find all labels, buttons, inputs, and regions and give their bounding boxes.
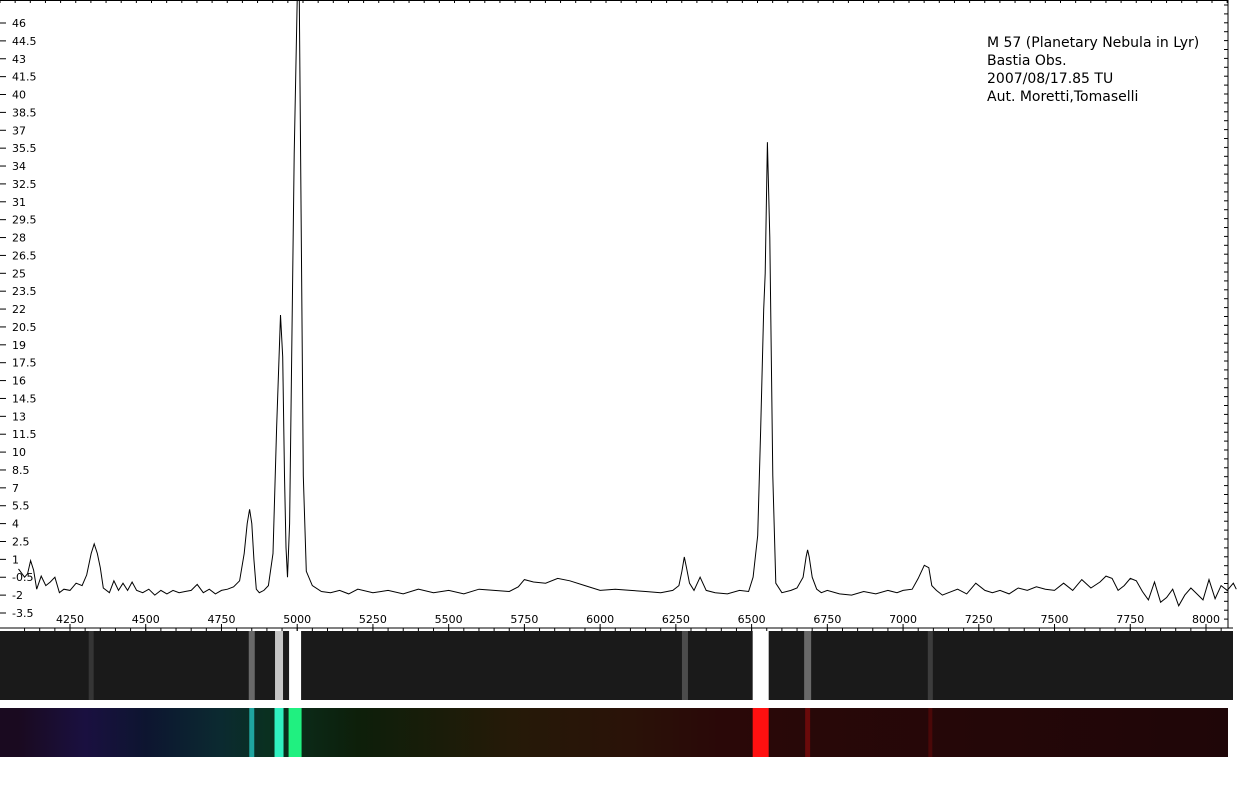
y-tick-label: 44.5 xyxy=(12,35,37,48)
y-tick-label: 17.5 xyxy=(12,357,37,370)
y-tick-label: 19 xyxy=(12,339,26,352)
spectrum-chart: 46 44.5 43 41.5 40 38.5 37 35.5 34 32.5 31 29.5 28 26… xyxy=(0,0,1237,632)
y-tick-label: 23.5 xyxy=(12,285,37,298)
emission-line-color xyxy=(288,708,302,757)
x-tick-label: 6750 xyxy=(813,613,841,626)
y-tick-label: -2 xyxy=(12,589,23,602)
x-tick-label: 4250 xyxy=(56,613,84,626)
x-tick-label: 4500 xyxy=(132,613,160,626)
emission-line-color xyxy=(274,708,284,757)
y-tick-label: 13 xyxy=(12,410,26,423)
emission-line-gray xyxy=(289,631,302,700)
y-tick-label: 35.5 xyxy=(12,142,37,155)
y-tick-label: 37 xyxy=(12,124,26,137)
y-tick-label: 25 xyxy=(12,267,26,280)
emission-line-color xyxy=(752,708,769,757)
y-tick-label: 11.5 xyxy=(12,428,37,441)
x-tick-label: 5250 xyxy=(359,613,387,626)
emission-line-gray xyxy=(88,631,94,700)
y-tick-label: 4 xyxy=(12,518,19,531)
y-tick-label: 1 xyxy=(12,553,19,566)
y-tick-label: 29.5 xyxy=(12,214,37,227)
x-tick-label: 4750 xyxy=(207,613,235,626)
annotation-line-4: Aut. Moretti,Tomaselli xyxy=(987,89,1138,105)
y-axis-ticks: 46 44.5 43 41.5 40 38.5 37 35.5 34 32.5 31 29.5 28 26… xyxy=(0,17,37,620)
annotation-line-1: M 57 (Planetary Nebula in Lyr) xyxy=(987,35,1199,51)
annotation-line-2: Bastia Obs. xyxy=(987,53,1067,69)
x-tick-label: 5000 xyxy=(283,613,311,626)
emission-line-color xyxy=(249,708,255,757)
y-tick-label: 28 xyxy=(12,232,26,245)
y-tick-label: 14.5 xyxy=(12,392,37,405)
y-tick-label: 22 xyxy=(12,303,26,316)
emission-line-gray xyxy=(275,631,284,700)
y-tick-label: 26.5 xyxy=(12,249,37,262)
y-tick-label: 2.5 xyxy=(12,535,30,548)
spectrum-image-strip xyxy=(0,631,1233,700)
x-tick-label: 7250 xyxy=(965,613,993,626)
y-tick-label: -0.5 xyxy=(12,571,33,584)
y-tick-label: 5.5 xyxy=(12,500,30,513)
x-tick-label: 6500 xyxy=(738,613,766,626)
y-tick-label: 38.5 xyxy=(12,106,37,119)
y-tick-label: 31 xyxy=(12,196,26,209)
y-tick-label: 7 xyxy=(12,482,19,495)
y-tick-label: 40 xyxy=(12,89,26,102)
x-tick-label: 6250 xyxy=(662,613,690,626)
x-tick-label: 7750 xyxy=(1116,613,1144,626)
y-tick-label: -3.5 xyxy=(12,607,33,620)
x-tick-label: 5500 xyxy=(435,613,463,626)
y-tick-label: 20.5 xyxy=(12,321,37,334)
emission-line-gray xyxy=(752,631,769,700)
x-tick-label: 6000 xyxy=(586,613,614,626)
y-tick-label: 32.5 xyxy=(12,178,37,191)
emission-line-color xyxy=(805,708,811,757)
emission-line-gray xyxy=(927,631,933,700)
y-tick-label: 43 xyxy=(12,53,26,66)
annotation-line-3: 2007/08/17.85 TU xyxy=(987,71,1113,87)
y-tick-label: 8.5 xyxy=(12,464,30,477)
y-tick-label: 10 xyxy=(12,446,26,459)
x-tick-label: 8000 xyxy=(1192,613,1220,626)
color-spectrum-strip xyxy=(0,708,1228,757)
emission-line-color xyxy=(928,708,933,757)
x-axis-ticks: 4250 4500 4750 5000 5250 5500 5750 6000 6250 6500… xyxy=(24,613,1222,632)
x-tick-label: 7500 xyxy=(1041,613,1069,626)
emission-line-gray xyxy=(804,631,812,700)
y-tick-label: 34 xyxy=(12,160,26,173)
emission-line-gray xyxy=(248,631,255,700)
emission-line-gray xyxy=(681,631,688,700)
x-tick-label: 5750 xyxy=(510,613,538,626)
y-tick-label: 41.5 xyxy=(12,71,37,84)
y-tick-label: 46 xyxy=(12,17,26,30)
y-tick-label: 16 xyxy=(12,375,26,388)
x-tick-label: 7000 xyxy=(889,613,917,626)
